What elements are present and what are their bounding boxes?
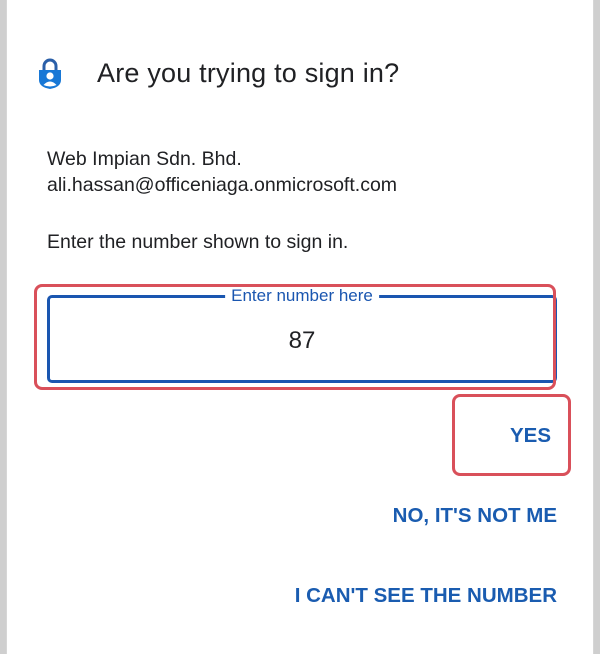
dialog-title: Are you trying to sign in? xyxy=(97,57,400,88)
account-info: Web Impian Sdn. Bhd. ali.hassan@officeni… xyxy=(47,146,397,198)
cant-see-number-button[interactable]: I CAN'T SEE THE NUMBER xyxy=(295,584,557,608)
number-field-highlight xyxy=(34,284,556,390)
account-email: ali.hassan@officeniaga.onmicrosoft.com xyxy=(47,174,398,196)
organization-name: Web Impian Sdn. Bhd. xyxy=(47,148,242,170)
dialog-header: Are you trying to sign in? xyxy=(37,56,399,90)
instruction-text: Enter the number shown to sign in. xyxy=(47,231,349,253)
microsoft-authenticator-icon xyxy=(39,58,61,89)
not-me-button[interactable]: NO, IT'S NOT ME xyxy=(393,504,557,528)
yes-button-highlight xyxy=(452,394,571,476)
